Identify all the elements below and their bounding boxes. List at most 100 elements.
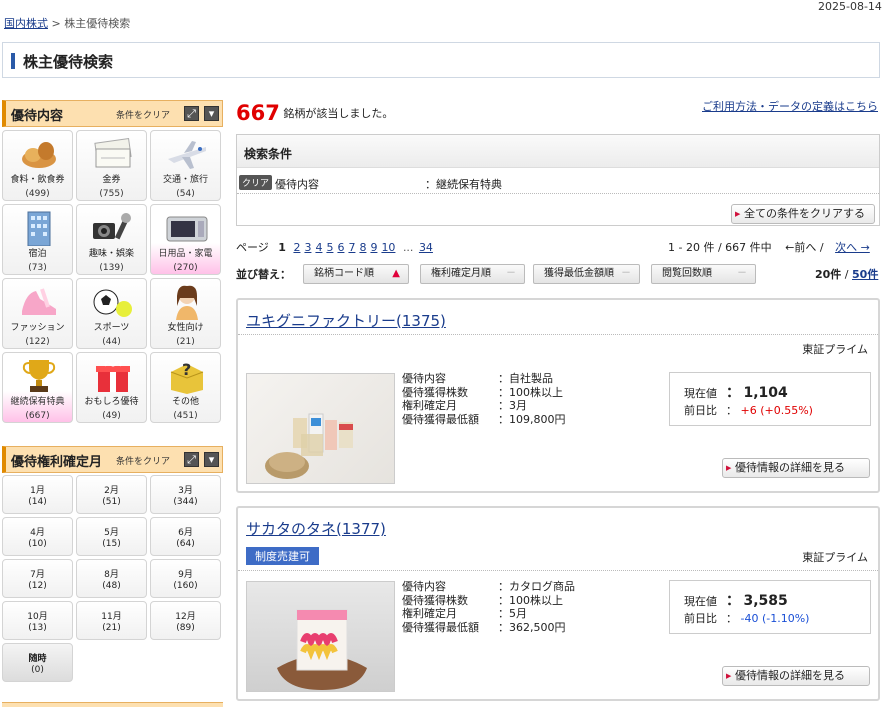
pager-page-link[interactable]: 5 [326,241,333,254]
page-title-box: 株主優待検索 [2,42,880,78]
month-button[interactable]: 1月 (14) [2,475,73,514]
month-count: (64) [176,539,195,549]
stock-name-link[interactable]: ユキグニファクトリー(1375) [246,310,446,331]
sort-button[interactable]: 銘柄コード順 ▲ [303,264,409,284]
month-button[interactable]: 3月 (344) [150,475,221,514]
per-page-50-link[interactable]: 50件 [852,268,878,281]
expand-icon[interactable]: ⤢ [184,452,199,467]
clear-all-conditions-label: 全ての条件をクリアする [744,207,865,220]
month-button[interactable]: 8月 (48) [76,559,147,598]
month-label: 3月 [178,486,193,496]
month-button[interactable]: 6月 (64) [150,517,221,556]
detail-value: ：5月 [498,607,527,620]
month-button[interactable]: 11月 (21) [76,601,147,640]
pager-page-link[interactable]: 9 [370,241,377,254]
pager-page-link[interactable]: 7 [348,241,355,254]
month-button[interactable]: 4月 (10) [2,517,73,556]
pager-page-link[interactable]: 2 [293,241,300,254]
category-section-title: 優待内容 [11,109,64,124]
category-tile[interactable]: 趣味・娯楽 (139) [76,204,147,275]
category-tile[interactable]: スポーツ (44) [76,278,147,349]
month-label: 11月 [101,612,122,622]
category-label: おもしろ優待 [84,397,139,407]
detail-row: 優待内容 ：カタログ商品 [402,580,575,594]
category-label: 食料・飲食券 [10,175,65,185]
category-tile[interactable]: 金券 (755) [76,130,147,201]
ball-icon [91,284,134,320]
category-tile[interactable]: おもしろ優待 (49) [76,352,147,423]
current-price: 3,585 [743,593,788,609]
tulip-bulb-product-image [277,609,367,690]
sort-button[interactable]: 権利確定月順 － [420,264,525,284]
result-range: 1 - 20 件 / 667 件中 ←前へ / 次へ → [668,239,870,255]
detail-row: 優待獲得最低額 ：109,800円 [402,413,566,427]
sort-button-label: 銘柄コード順 [314,268,374,279]
category-clear-link[interactable]: 条件をクリア [116,108,170,121]
detail-value: ：109,800円 [498,412,566,426]
category-label: 金券 [102,175,121,185]
month-count: (12) [28,581,47,591]
per-page-selector: 20件 / 50件 [815,266,878,282]
detail-value: ：自社製品 [498,372,553,385]
pager-page-link[interactable]: 4 [315,241,322,254]
pager-page-link[interactable]: 3 [304,241,311,254]
category-tile[interactable]: 継続保有特典 (667) [2,352,73,423]
sort-button[interactable]: 閲覧回数順 － [651,264,756,284]
month-button[interactable]: 12月 (89) [150,601,221,640]
month-button[interactable]: 5月 (15) [76,517,147,556]
month-count: (0) [31,665,44,675]
month-count: (14) [28,497,47,507]
month-section-header: 優待権利確定月 条件をクリア ⤢ ▾ [2,446,223,473]
month-button[interactable]: 10月 (13) [2,601,73,640]
stock-name-link[interactable]: サカタのタネ(1377) [246,518,386,539]
title-accent-bar [11,53,15,69]
trophy-icon [17,358,60,394]
pager-page-link[interactable]: 8 [359,241,366,254]
sort-button-label: 権利確定月順 [431,268,491,279]
product-photo [246,373,395,484]
pager-last-page[interactable]: 34 [419,241,433,254]
pager-page-link[interactable]: 10 [381,241,395,254]
benefit-detail-button[interactable]: 優待情報の詳細を見る [722,458,870,478]
category-tile[interactable]: 宿泊 (73) [2,204,73,275]
month-button[interactable]: 9月 (160) [150,559,221,598]
result-range-text: 1 - 20 件 / 667 件中 [668,241,772,254]
month-button[interactable]: 随時 (0) [2,643,73,682]
detail-key: 優待獲得株数 [402,593,468,607]
sort-none-icon: － [737,268,747,279]
category-count: (755) [99,189,124,199]
sort-button[interactable]: 獲得最低金額順 － [533,264,640,284]
microwave-icon [165,210,208,246]
sort-none-icon: － [621,268,631,279]
hotel-icon [17,210,60,246]
month-button[interactable]: 7月 (12) [2,559,73,598]
expand-icon[interactable]: ⤢ [184,106,199,121]
month-clear-link[interactable]: 条件をクリア [116,454,170,467]
category-tile[interactable]: 交通・旅行 (54) [150,130,221,201]
category-tile[interactable]: ? その他 (451) [150,352,221,423]
category-tile[interactable]: 日用品・家電 (270) [150,204,221,275]
next-page-link[interactable]: 次へ → [835,241,870,254]
category-tile[interactable]: ファッション (122) [2,278,73,349]
clear-all-conditions-button[interactable]: 全ての条件をクリアする [731,204,875,224]
breadcrumb-current: 株主優待検索 [64,17,131,30]
month-button[interactable]: 2月 (51) [76,475,147,514]
shoe-icon [17,284,60,320]
result-card-header: サカタのタネ(1377) [238,508,878,543]
camera-icon [91,210,134,246]
pager-page-link[interactable]: 6 [337,241,344,254]
month-count: (13) [28,623,47,633]
category-count: (49) [102,411,121,421]
help-link[interactable]: ご利用方法・データの定義はこちら [702,98,878,114]
result-count: 667 銘柄が該当しました。 [236,101,393,125]
collapse-icon[interactable]: ▾ [204,452,219,467]
detail-key: 優待獲得最低額 [402,412,479,426]
breadcrumb-link-domestic-stocks[interactable]: 国内株式 [4,17,48,30]
month-label: 10月 [27,612,48,622]
category-tile[interactable]: 食料・飲食券 (499) [2,130,73,201]
category-tile[interactable]: 女性向け (21) [150,278,221,349]
condition-clear-badge[interactable]: クリア [239,175,273,190]
collapse-icon[interactable]: ▾ [204,106,219,121]
benefit-detail-button[interactable]: 優待情報の詳細を見る [722,666,870,686]
month-label: 6月 [178,528,193,538]
